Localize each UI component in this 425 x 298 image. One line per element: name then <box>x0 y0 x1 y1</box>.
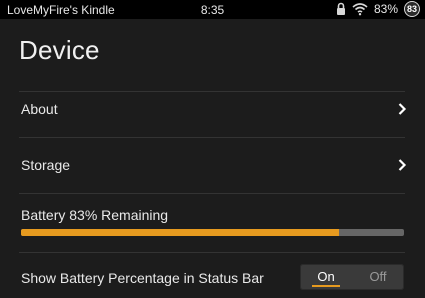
divider <box>19 91 405 92</box>
divider <box>19 137 405 138</box>
storage-label: Storage <box>21 157 71 173</box>
toggle-on-option[interactable]: On <box>300 264 352 290</box>
battery-progress-bar <box>21 229 404 236</box>
notification-badge[interactable]: 83 <box>404 1 420 17</box>
lock-icon[interactable] <box>336 2 346 16</box>
battery-percent-text: 83% <box>373 2 398 16</box>
wifi-icon[interactable] <box>352 2 368 16</box>
chevron-right-icon <box>397 158 407 172</box>
device-settings-page: Device About Storage Battery 83% Remaini… <box>0 19 425 298</box>
show-battery-percentage-label: Show Battery Percentage in Status Bar <box>21 270 264 286</box>
about-label: About <box>21 101 58 117</box>
status-icons: 83% 83 <box>336 1 420 17</box>
battery-label: Battery 83% Remaining <box>21 207 169 223</box>
page-title: Device <box>19 35 100 65</box>
toggle-off-option[interactable]: Off <box>352 264 404 290</box>
battery-progress-fill <box>21 229 339 236</box>
battery-percentage-toggle[interactable]: On Off <box>300 264 404 290</box>
status-bar: LoveMyFire's Kindle 8:35 83% 83 <box>0 0 425 19</box>
chevron-right-icon <box>397 102 407 116</box>
divider <box>19 193 405 194</box>
divider <box>19 252 405 253</box>
